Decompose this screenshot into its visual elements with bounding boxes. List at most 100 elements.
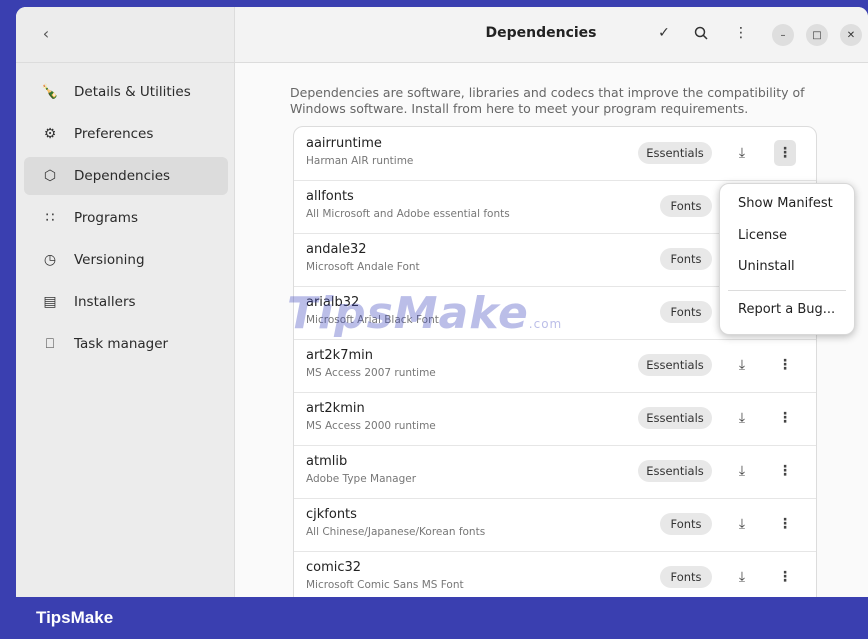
sidebar-item-label: Preferences	[74, 126, 154, 142]
menu-divider	[728, 290, 846, 291]
list-item[interactable]: aairruntime Harman AIR runtime Essential…	[294, 127, 816, 181]
list-item[interactable]: cjkfonts All Chinese/Japanese/Korean fon…	[294, 498, 816, 552]
item-name: art2k7min	[306, 348, 373, 363]
vertical-dots-icon: ⋮	[778, 516, 792, 532]
item-description: Microsoft Andale Font	[306, 261, 420, 273]
item-name: comic32	[306, 560, 362, 575]
sidebar-item-label: Dependencies	[74, 168, 171, 184]
more-options-button[interactable]: ⋮	[774, 458, 796, 484]
item-name: cjkfonts	[306, 507, 357, 522]
maximize-icon: □	[812, 29, 822, 41]
gear-icon: ⚙	[43, 126, 57, 142]
sidebar: 🍾 Details & Utilities ⚙ Preferences ⬡ De…	[16, 63, 235, 597]
sidebar-item-programs[interactable]: ∷ Programs	[24, 199, 228, 237]
puzzle-icon: ⬡	[43, 168, 57, 184]
close-button[interactable]: ✕	[840, 24, 862, 46]
list-item[interactable]: atmlib Adobe Type Manager Essentials ⤓ ⋮	[294, 445, 816, 499]
check-circle-button[interactable]: ✓	[652, 21, 676, 45]
watermark-text: TipsMake	[287, 288, 529, 339]
item-name: atmlib	[306, 454, 348, 469]
chevron-left-icon: ‹	[42, 23, 50, 43]
item-description: All Chinese/Japanese/Korean fonts	[306, 526, 486, 538]
sidebar-item-label: Task manager	[74, 336, 169, 352]
vertical-dots-icon: ⋮	[778, 569, 792, 585]
download-icon: ⤓	[738, 410, 746, 426]
vertical-dots-icon: ⋮	[778, 357, 792, 373]
page-description: Dependencies are software, libraries and…	[290, 85, 805, 116]
download-icon: ⤓	[738, 516, 746, 532]
item-name: aairruntime	[306, 136, 382, 151]
check-circle-icon: ✓	[658, 25, 670, 41]
close-icon: ✕	[846, 29, 856, 41]
install-button[interactable]: ⤓	[732, 566, 752, 588]
sidebar-item-label: Details & Utilities	[74, 84, 191, 100]
bottle-icon: 🍾	[41, 84, 59, 100]
item-name: andale32	[306, 242, 367, 257]
vertical-dots-icon: ⋮	[778, 410, 792, 426]
back-button[interactable]: ‹	[34, 21, 58, 45]
category-badge: Fonts	[660, 301, 712, 323]
minimize-button[interactable]: –	[772, 24, 794, 46]
search-button[interactable]	[689, 21, 713, 45]
install-button[interactable]: ⤓	[732, 460, 752, 482]
item-description: MS Access 2000 runtime	[306, 420, 436, 432]
download-icon: ⤓	[738, 357, 746, 373]
sidebar-item-task-manager[interactable]: ⎕ Task manager	[24, 325, 228, 363]
sidebar-item-label: Installers	[74, 294, 136, 310]
vertical-dots-icon: ⋮	[778, 145, 792, 161]
item-description: Harman AIR runtime	[306, 155, 414, 167]
item-name: art2kmin	[306, 401, 365, 416]
item-description: MS Access 2007 runtime	[306, 367, 436, 379]
footer-banner: TipsMake	[0, 597, 868, 639]
sidebar-item-preferences[interactable]: ⚙ Preferences	[24, 115, 228, 153]
menu-item-license[interactable]: License	[738, 228, 787, 243]
menu-item-report-bug[interactable]: Report a Bug...	[738, 302, 835, 317]
item-description: All Microsoft and Adobe essential fonts	[306, 208, 510, 220]
context-menu: Show Manifest License Uninstall Report a…	[719, 183, 855, 335]
install-button[interactable]: ⤓	[732, 407, 752, 429]
more-options-button[interactable]: ⋮	[774, 511, 796, 537]
header-bar: ‹ Dependencies ✓ ⋮ – □ ✕	[16, 7, 868, 63]
footer-brand: TipsMake	[36, 608, 114, 627]
menu-item-show-manifest[interactable]: Show Manifest	[738, 196, 833, 211]
sidebar-item-dependencies[interactable]: ⬡ Dependencies	[24, 157, 228, 195]
list-item[interactable]: art2kmin MS Access 2000 runtime Essentia…	[294, 392, 816, 446]
list-item[interactable]: comic32 Microsoft Comic Sans MS Font Fon…	[294, 551, 816, 597]
more-options-button[interactable]: ⋮	[774, 140, 796, 166]
vertical-dots-icon: ⋮	[734, 25, 748, 41]
category-badge: Fonts	[660, 513, 712, 535]
category-badge: Fonts	[660, 195, 712, 217]
sidebar-item-label: Versioning	[74, 252, 145, 268]
more-options-button[interactable]: ⋮	[774, 352, 796, 378]
category-badge: Fonts	[660, 566, 712, 588]
download-icon: ⤓	[738, 463, 746, 479]
package-icon: ▤	[43, 294, 57, 310]
more-options-button[interactable]: ⋮	[774, 405, 796, 431]
grid-icon: ∷	[45, 210, 55, 226]
main-menu-button[interactable]: ⋮	[729, 21, 753, 45]
page-title: Dependencies	[485, 25, 597, 41]
install-button[interactable]: ⤓	[732, 354, 752, 376]
category-badge: Essentials	[638, 142, 712, 164]
category-badge: Essentials	[638, 407, 712, 429]
item-description: Adobe Type Manager	[306, 473, 417, 485]
download-icon: ⤓	[738, 145, 746, 161]
sidebar-item-installers[interactable]: ▤ Installers	[24, 283, 228, 321]
install-button[interactable]: ⤓	[732, 142, 752, 164]
list-item[interactable]: art2k7min MS Access 2007 runtime Essenti…	[294, 339, 816, 393]
item-name: allfonts	[306, 189, 354, 204]
clock-icon: ◷	[43, 252, 57, 268]
monitor-icon: ⎕	[45, 336, 55, 352]
maximize-button[interactable]: □	[806, 24, 828, 46]
menu-item-uninstall[interactable]: Uninstall	[738, 259, 795, 274]
more-options-button[interactable]: ⋮	[774, 564, 796, 590]
item-description: Microsoft Comic Sans MS Font	[306, 579, 464, 591]
vertical-dots-icon: ⋮	[778, 463, 792, 479]
sidebar-item-versioning[interactable]: ◷ Versioning	[24, 241, 228, 279]
sidebar-item-details[interactable]: 🍾 Details & Utilities	[24, 73, 228, 111]
search-icon	[694, 26, 708, 40]
sidebar-item-label: Programs	[74, 210, 138, 226]
category-badge: Fonts	[660, 248, 712, 270]
install-button[interactable]: ⤓	[732, 513, 752, 535]
download-icon: ⤓	[738, 569, 746, 585]
